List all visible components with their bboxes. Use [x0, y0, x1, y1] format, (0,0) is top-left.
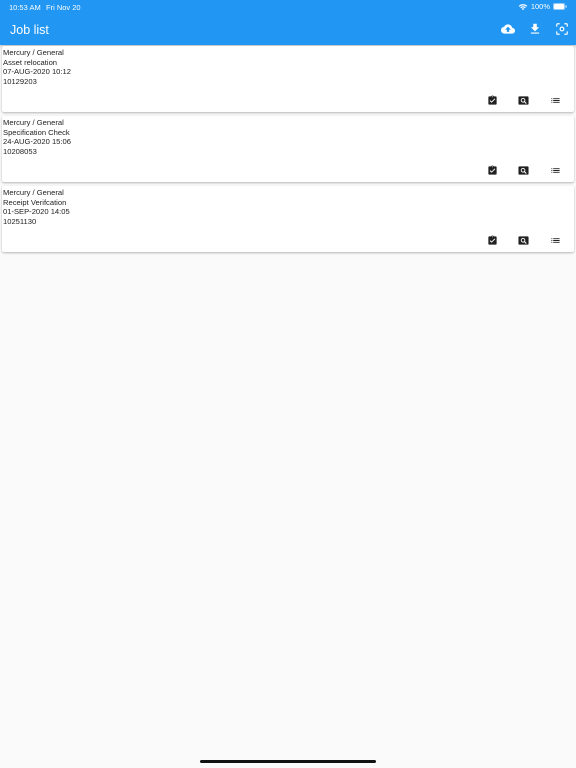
job-card[interactable]: Mercury / General Asset relocation 07-AU… [2, 46, 574, 112]
job-list: Mercury / General Asset relocation 07-AU… [2, 46, 574, 256]
search-icon [517, 235, 529, 245]
status-time: 10:53 AM [9, 3, 41, 12]
job-actions [454, 93, 574, 107]
download-button[interactable] [525, 19, 545, 39]
list-icon [550, 167, 560, 173]
scan-button[interactable] [552, 19, 572, 39]
job-category: Mercury / General [3, 188, 64, 197]
upload-button[interactable] [498, 19, 518, 39]
job-datetime: 01-SEP-2020 14:05 [3, 207, 70, 216]
job-actions [454, 163, 574, 177]
job-details-button[interactable] [548, 233, 562, 247]
download-icon [530, 23, 540, 34]
inspect-job-button[interactable] [516, 93, 530, 107]
job-number: 10208053 [3, 146, 37, 156]
list-icon [550, 97, 560, 103]
job-datetime: 07-AUG-2020 10:12 [3, 67, 71, 76]
complete-job-button[interactable] [485, 163, 499, 177]
complete-job-button[interactable] [485, 93, 499, 107]
complete-job-button[interactable] [485, 233, 499, 247]
app-bar: 10:53 AM Fri Nov 20 100% Job list [0, 0, 576, 45]
status-indicators: 100% [518, 2, 567, 11]
job-number: 10251130 [3, 216, 37, 226]
job-datetime: 24-AUG-2020 15:06 [3, 137, 71, 146]
search-icon [517, 165, 529, 175]
clipboard-check-icon [487, 94, 497, 105]
job-title: Specification Check [3, 127, 70, 137]
list-icon [550, 237, 560, 243]
status-date: Fri Nov 20 [46, 3, 81, 12]
app-screen: 10:53 AM Fri Nov 20 100% Job list Mercur… [0, 0, 576, 768]
job-details-button[interactable] [548, 93, 562, 107]
home-indicator[interactable] [200, 760, 376, 763]
battery-icon [553, 3, 567, 10]
job-title: Asset relocation [3, 57, 58, 67]
status-bar: 10:53 AM Fri Nov 20 100% [0, 0, 576, 14]
job-title: Receipt Verifcation [3, 197, 67, 207]
search-icon [517, 95, 529, 105]
clipboard-check-icon [487, 234, 497, 245]
page-title: Job list [10, 23, 49, 37]
inspect-job-button[interactable] [516, 163, 530, 177]
job-details-button[interactable] [548, 163, 562, 177]
wifi-icon [518, 3, 528, 10]
job-info: Mercury / General Specification Check 24… [3, 118, 71, 156]
cloud-upload-icon [501, 24, 515, 34]
job-card[interactable]: Mercury / General Specification Check 24… [2, 116, 574, 182]
scan-icon [556, 23, 568, 35]
battery-percentage: 100% [530, 2, 550, 11]
clipboard-check-icon [487, 164, 497, 175]
job-number: 10129203 [3, 76, 37, 86]
job-card[interactable]: Mercury / General Receipt Verifcation 01… [2, 186, 574, 252]
job-actions [454, 233, 574, 247]
inspect-job-button[interactable] [516, 233, 530, 247]
job-info: Mercury / General Receipt Verifcation 01… [3, 188, 70, 226]
job-category: Mercury / General [3, 118, 64, 127]
job-category: Mercury / General [3, 48, 64, 57]
job-info: Mercury / General Asset relocation 07-AU… [3, 48, 71, 86]
